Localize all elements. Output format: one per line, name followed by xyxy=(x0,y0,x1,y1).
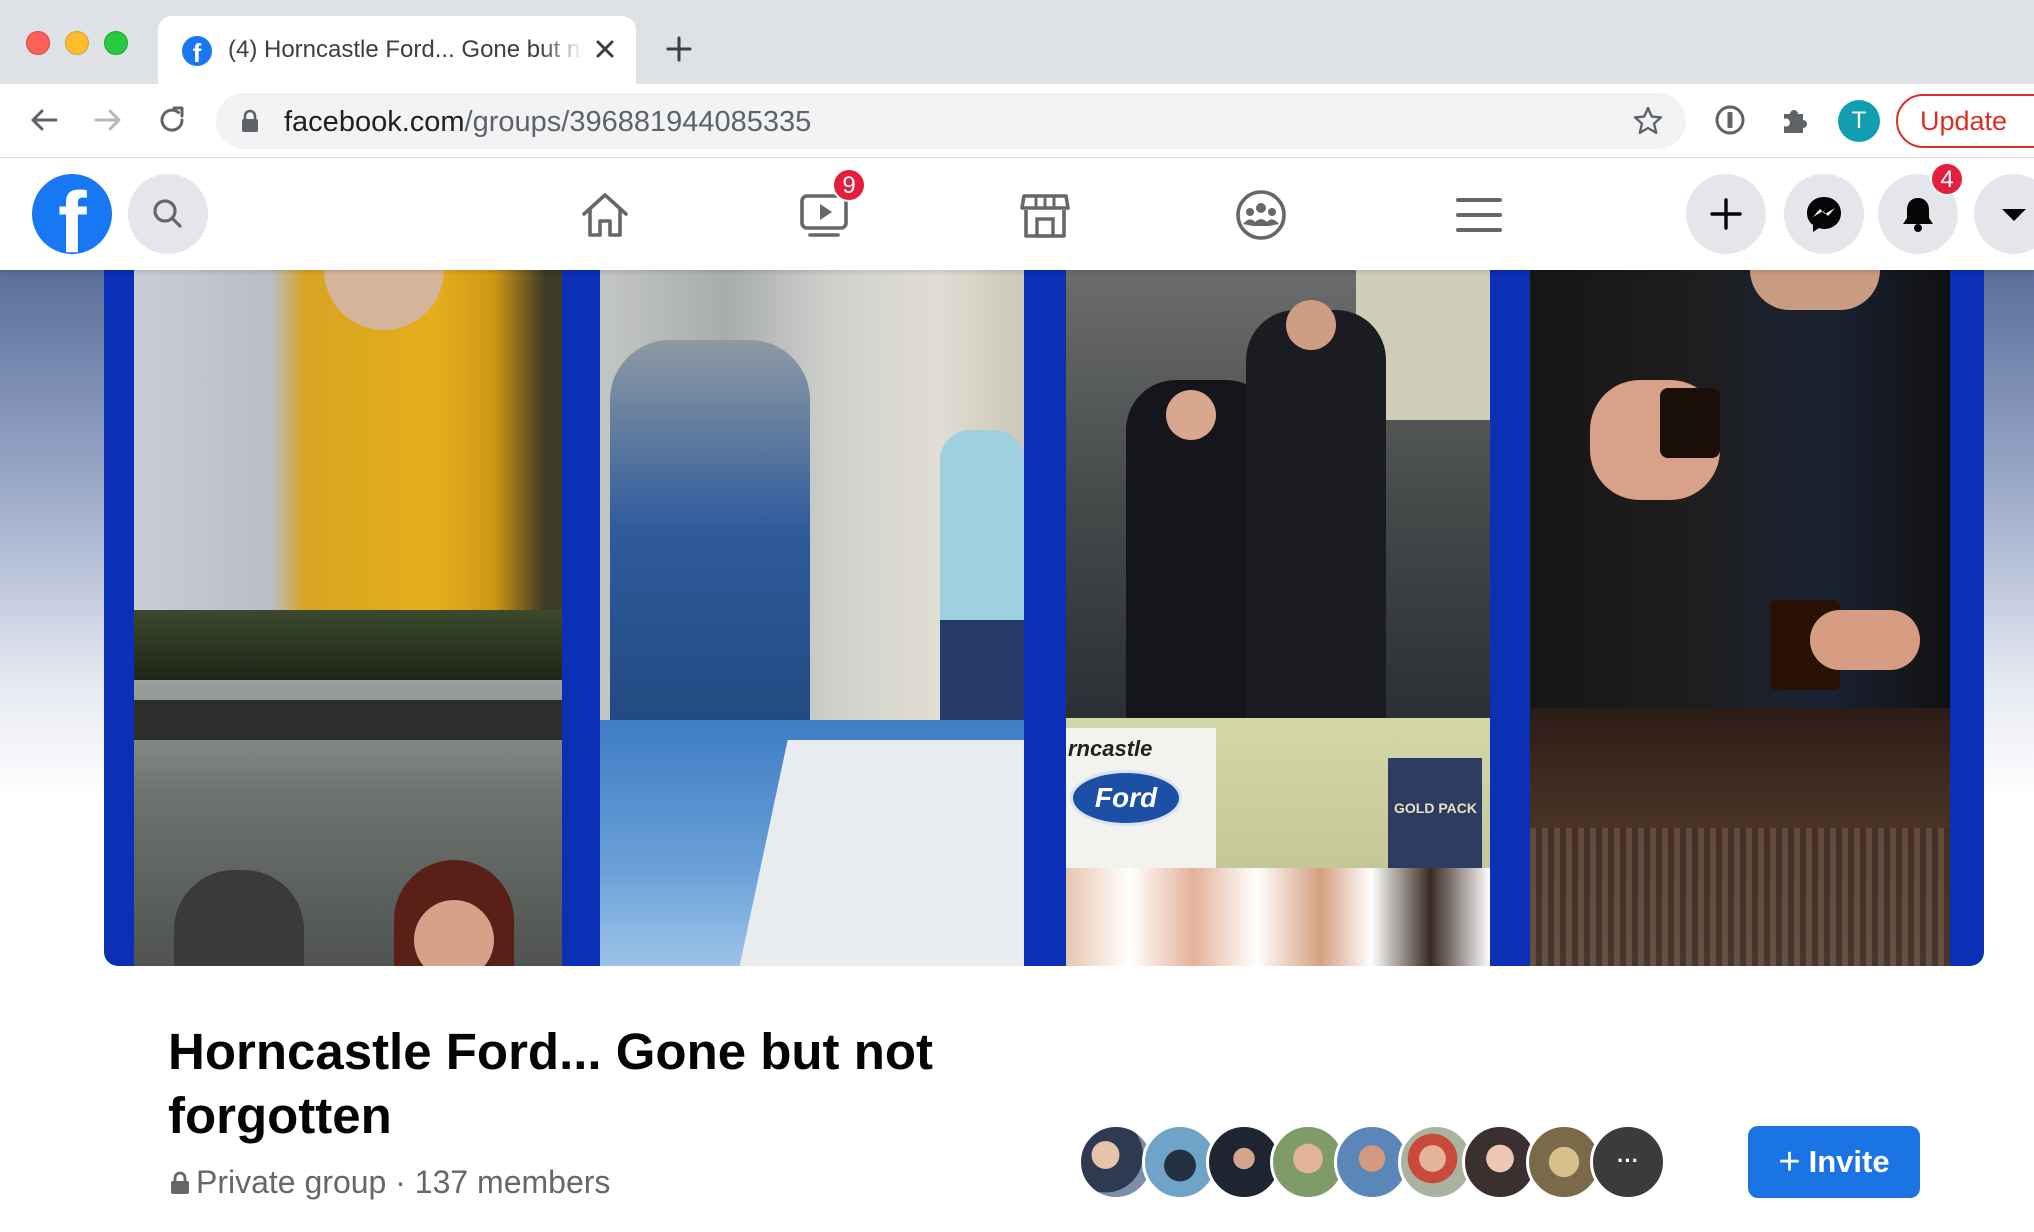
plus-icon: + xyxy=(1778,1141,1801,1183)
privacy-label[interactable]: Private group xyxy=(196,1164,386,1200)
forward-arrow-icon[interactable] xyxy=(90,102,126,138)
messenger-button[interactable] xyxy=(1784,174,1864,254)
window-zoom-button[interactable] xyxy=(104,31,128,55)
lock-icon[interactable] xyxy=(240,109,260,133)
facebook-favicon-icon: f xyxy=(182,36,212,66)
groups-icon[interactable] xyxy=(1234,188,1288,242)
meta-separator: · xyxy=(395,1164,406,1200)
private-lock-icon xyxy=(171,1171,189,1194)
cover-photo-men-with-pints xyxy=(1530,270,1950,708)
caret-down-icon xyxy=(2002,209,2026,221)
facebook-logo-icon[interactable]: f xyxy=(32,174,112,254)
watch-notification-badge: 9 xyxy=(832,168,866,202)
cover-photo-men-yellow-shirt xyxy=(134,270,562,680)
cover-photo-workshop-men xyxy=(600,270,1024,720)
create-button[interactable] xyxy=(1686,174,1766,254)
close-tab-icon[interactable] xyxy=(590,34,620,64)
update-browser-button[interactable]: Update xyxy=(1896,94,2034,148)
reload-icon[interactable] xyxy=(154,102,190,138)
address-bar[interactable]: facebook.com/groups/396881944085335 xyxy=(216,93,1686,149)
invite-label: Invite xyxy=(1808,1144,1890,1179)
bell-icon xyxy=(1903,198,1933,232)
window-minimize-button[interactable] xyxy=(65,31,89,55)
facebook-top-nav: f 9 4 xyxy=(0,158,2034,270)
invite-button[interactable]: + Invite xyxy=(1748,1126,1920,1198)
ford-logo: Ford xyxy=(1070,770,1182,826)
extensions-puzzle-icon[interactable] xyxy=(1776,102,1812,138)
cover-photo-women-smiling xyxy=(134,680,562,966)
cover-photo-ford-dealership-staff: rncastle Ford GOLD PACK xyxy=(1066,718,1490,966)
cover-photo-hedge-night xyxy=(1530,708,1950,966)
url-text[interactable]: facebook.com/groups/396881944085335 xyxy=(284,106,811,139)
plus-icon xyxy=(1710,198,1742,230)
group-cover-photo[interactable]: rncastle Ford GOLD PACK xyxy=(104,270,1984,966)
messenger-icon xyxy=(1807,197,1841,232)
notifications-badge: 4 xyxy=(1930,162,1964,196)
group-title[interactable]: Horncastle Ford... Gone but not forgotte… xyxy=(168,1020,1028,1148)
marketplace-icon[interactable] xyxy=(1018,188,1072,242)
group-privacy-members: Private group · 137 members xyxy=(170,1164,610,1201)
search-button[interactable] xyxy=(128,174,208,254)
browser-tab-strip: f (4) Horncastle Ford... Gone but not fo… xyxy=(0,0,2034,84)
cover-photo-building-sky xyxy=(600,720,1024,966)
account-menu-button[interactable] xyxy=(1974,174,2034,254)
more-members-button[interactable]: ··· xyxy=(1590,1124,1666,1200)
profile-avatar[interactable]: T xyxy=(1838,100,1880,142)
browser-tab-active[interactable]: f (4) Horncastle Ford... Gone but not fo… xyxy=(158,16,636,84)
bookmark-star-icon[interactable] xyxy=(1632,105,1664,137)
home-icon[interactable] xyxy=(578,188,632,242)
window-close-button[interactable] xyxy=(26,31,50,55)
back-arrow-icon[interactable] xyxy=(26,102,62,138)
tab-title: (4) Horncastle Ford... Gone but not forg… xyxy=(228,36,584,63)
new-tab-icon[interactable] xyxy=(664,34,694,64)
cover-photo-blues-brothers xyxy=(1066,270,1490,718)
dealership-sign-text: rncastle xyxy=(1068,736,1153,761)
members-count[interactable]: 137 members xyxy=(415,1164,611,1200)
search-icon xyxy=(153,199,182,228)
gold-pack-text: GOLD PACK xyxy=(1394,800,1477,816)
password-manager-icon[interactable] xyxy=(1712,102,1748,138)
browser-toolbar: facebook.com/groups/396881944085335 T Up… xyxy=(0,84,2034,158)
menu-hamburger-icon[interactable] xyxy=(1452,188,1506,242)
